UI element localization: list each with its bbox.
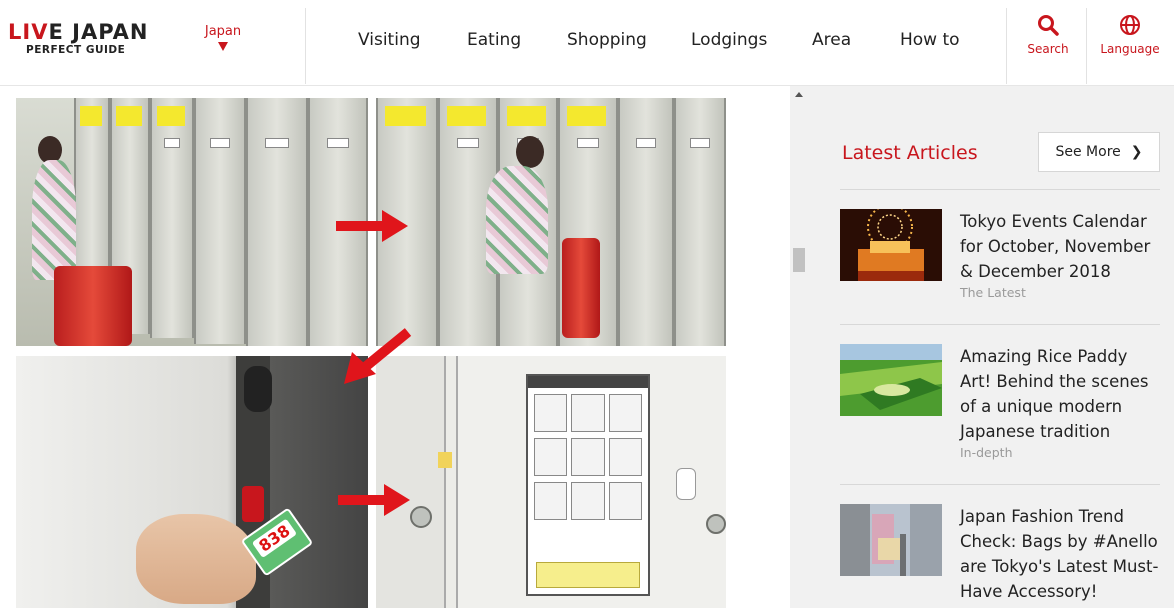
article-card[interactable]: Japan Fashion Trend Check: Bags by #Anel…: [840, 504, 1170, 608]
see-more-label: See More: [1055, 144, 1121, 160]
region-selector[interactable]: Japan: [200, 24, 246, 51]
article-title[interactable]: Japan Fashion Trend Check: Bags by #Anel…: [960, 504, 1160, 604]
caret-down-icon: [218, 42, 228, 51]
article-thumbnail[interactable]: [840, 209, 942, 281]
article-card[interactable]: Amazing Rice Paddy Art! Behind the scene…: [840, 344, 1170, 464]
chevron-right-icon: ❯: [1130, 144, 1143, 160]
locker-column: [618, 98, 674, 346]
search-icon: [1038, 15, 1059, 36]
site-logo[interactable]: LIVE JAPAN PERFECT GUIDE: [8, 20, 158, 56]
header-divider: [305, 8, 306, 84]
keyhole: [410, 506, 432, 528]
locker-handle: [676, 468, 696, 500]
site-header: LIVE JAPAN PERFECT GUIDE Japan Visiting …: [0, 0, 1174, 86]
logo-wordmark: LIVE JAPAN: [8, 20, 149, 44]
article-title[interactable]: Tokyo Events Calendar for October, Novem…: [960, 209, 1160, 304]
keyhole: [706, 514, 726, 534]
nav-shopping[interactable]: Shopping: [567, 30, 647, 50]
language-label: Language: [1100, 42, 1160, 56]
globe-icon: [1120, 15, 1140, 35]
header-divider: [1086, 8, 1087, 84]
nav-visiting[interactable]: Visiting: [358, 30, 421, 50]
scroll-up-arrow-icon[interactable]: [795, 92, 803, 97]
photo-locker-instructions: [376, 356, 726, 608]
locker-handle: [244, 366, 272, 412]
search-label: Search: [1027, 42, 1069, 56]
scroll-thumb[interactable]: [793, 248, 805, 272]
article-thumbnail[interactable]: [840, 344, 942, 416]
nav-area[interactable]: Area: [812, 30, 851, 50]
region-label: Japan: [204, 24, 242, 39]
divider: [840, 484, 1160, 485]
article-category: In-depth: [960, 445, 1013, 460]
article-card[interactable]: Tokyo Events Calendar for October, Novem…: [840, 209, 1170, 300]
photo-woman-at-lockers: [16, 98, 368, 346]
locker-column: [194, 98, 246, 344]
article-category: The Latest: [960, 285, 1026, 300]
logo-tagline: PERFECT GUIDE: [26, 44, 126, 56]
language-button[interactable]: Language: [1100, 14, 1160, 56]
person-figure: [486, 166, 548, 274]
coin-slot-label: [438, 452, 452, 468]
arrow-right-icon: [338, 484, 410, 516]
red-suitcase: [54, 266, 132, 346]
latest-articles-sidebar: Latest Articles See More ❯ Tokyo Events …: [808, 86, 1174, 608]
divider: [840, 189, 1160, 190]
article-title[interactable]: Amazing Rice Paddy Art! Behind the scene…: [960, 344, 1160, 464]
sidebar-title: Latest Articles: [842, 142, 978, 164]
coin-locker-photo-collage: 838: [16, 98, 726, 608]
nav-how-to[interactable]: How to: [900, 30, 960, 50]
divider: [840, 324, 1160, 325]
locker-column: [150, 98, 194, 338]
page-scrollbar[interactable]: [790, 86, 808, 608]
person-head: [516, 136, 544, 168]
person-figure: [32, 160, 76, 280]
arrow-down-left-icon: [344, 328, 412, 384]
photo-locker-key: 838: [16, 356, 368, 608]
key-holder: [242, 486, 264, 522]
header-divider: [1006, 8, 1007, 84]
locker-column: [674, 98, 726, 346]
article-thumbnail[interactable]: [840, 504, 942, 576]
nav-lodgings[interactable]: Lodgings: [691, 30, 767, 50]
photo-opening-locker: [376, 98, 726, 346]
nav-eating[interactable]: Eating: [467, 30, 521, 50]
instruction-panel: [526, 374, 650, 596]
search-button[interactable]: Search: [1018, 14, 1078, 56]
arrow-right-icon: [336, 210, 408, 242]
locker-column: [246, 98, 308, 346]
see-more-button[interactable]: See More ❯: [1038, 132, 1160, 172]
hand: [136, 514, 256, 604]
red-suitcase: [562, 238, 600, 338]
